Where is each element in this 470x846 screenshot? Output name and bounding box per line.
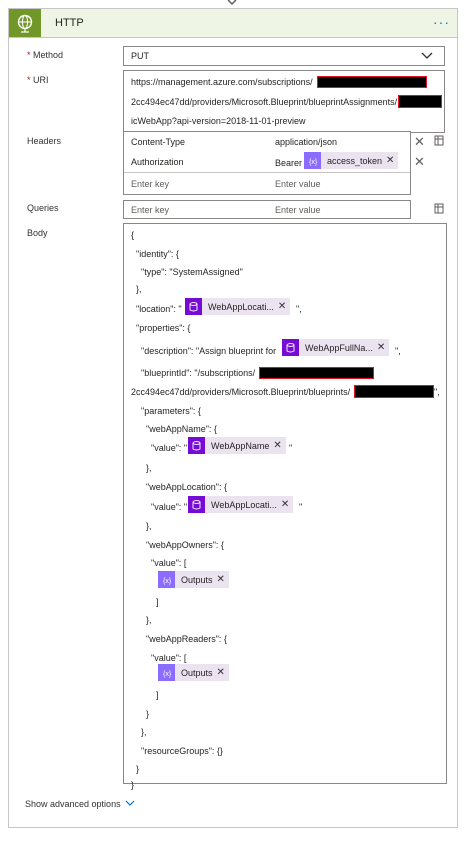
body-line: ", (296, 304, 302, 314)
method-label: * Method (27, 50, 64, 60)
body-editor[interactable]: { "identity": { "type": "SystemAssigned"… (123, 223, 447, 790)
uri-line-2: 2cc494ec47dd/providers/Microsoft.Bluepri… (131, 97, 398, 107)
body-line: "value": [ (151, 558, 187, 568)
headers-table: Content-Type application/json Authorizat… (123, 131, 411, 195)
body-line: "webAppOwners": { (146, 540, 224, 550)
globe-icon (9, 9, 41, 37)
body-line: ] (156, 690, 159, 700)
variable-icon (185, 298, 202, 315)
remove-token-icon[interactable]: ✕ (377, 342, 389, 353)
dynamic-token[interactable]: WebAppLocati... ✕ (185, 298, 291, 315)
body-line: ] (156, 597, 159, 607)
header-value-prefix: Bearer (275, 158, 303, 168)
card-header[interactable]: HTTP ··· (9, 9, 457, 38)
body-line: "resourceGroups": {} (141, 746, 223, 756)
body-label: Body (27, 228, 48, 238)
body-line: } (136, 764, 140, 774)
dynamic-token[interactable]: WebAppFullNa... ✕ (282, 339, 390, 356)
header-key[interactable]: Content-Type (131, 137, 185, 147)
dynamic-token[interactable]: WebAppName ✕ (188, 437, 286, 454)
body-line: 2cc494ec47dd/providers/Microsoft.Bluepri… (131, 387, 351, 397)
body-line: ", (434, 387, 440, 397)
body-line: } (131, 780, 135, 790)
body-line: "webAppReaders": { (146, 634, 227, 644)
expression-icon: {x} (158, 571, 175, 588)
remove-token-icon[interactable]: ✕ (278, 301, 290, 312)
body-line: }, (141, 727, 147, 737)
dynamic-token[interactable]: {x} Outputs ✕ (158, 571, 229, 588)
body-line: " (299, 502, 303, 512)
queries-label: Queries (27, 203, 59, 213)
header-key[interactable]: Authorization (131, 157, 184, 167)
switch-to-text-mode-icon[interactable] (434, 135, 444, 146)
remove-token-icon[interactable]: ✕ (281, 499, 293, 510)
expression-icon: {x} (158, 664, 175, 681)
chevron-down-icon (421, 52, 433, 59)
body-line: "value": " (151, 502, 188, 512)
body-line: }, (146, 615, 152, 625)
body-line: ", (395, 346, 401, 356)
body-line: " (289, 443, 293, 453)
remove-token-icon[interactable]: ✕ (386, 155, 398, 166)
body-line: "properties": { (136, 323, 191, 333)
header-value[interactable]: application/json (275, 137, 337, 147)
header-value-input[interactable]: Enter value (275, 179, 321, 189)
redacted-block (398, 95, 442, 108)
body-line: "blueprintId": "/subscriptions/ (141, 368, 256, 378)
body-line: }, (146, 521, 152, 531)
variable-icon (188, 496, 205, 513)
body-line: "description": "Assign blueprint for (141, 346, 277, 356)
dynamic-token[interactable]: WebAppLocati... ✕ (188, 496, 294, 513)
svg-text:{x}: {x} (163, 578, 172, 585)
query-value-input[interactable]: Enter value (275, 205, 321, 215)
variable-icon (188, 437, 205, 454)
body-line: "value": [ (151, 653, 187, 663)
query-key-input[interactable]: Enter key (131, 205, 169, 215)
body-line: "identity": { (136, 249, 179, 259)
remove-token-icon[interactable]: ✕ (273, 440, 285, 451)
body-line: "type": "SystemAssigned" (141, 267, 243, 277)
uri-line-1: https://management.azure.com/subscriptio… (131, 77, 313, 87)
body-line: "parameters": { (141, 406, 201, 416)
body-line: { (131, 230, 135, 240)
remove-token-icon[interactable]: ✕ (217, 667, 229, 678)
svg-text:{x}: {x} (163, 671, 172, 678)
delete-header-icon[interactable]: ✕ (414, 134, 425, 150)
remove-token-icon[interactable]: ✕ (217, 574, 229, 585)
body-line: } (146, 709, 150, 719)
queries-row: Enter key Enter value (123, 200, 411, 219)
redacted-block (259, 367, 374, 379)
body-line: "location": " (136, 304, 182, 314)
svg-text:{x}: {x} (309, 159, 318, 166)
more-options-button[interactable]: ··· (433, 14, 450, 30)
method-value: PUT (131, 51, 149, 61)
method-select[interactable]: PUT (123, 46, 445, 66)
delete-header-icon[interactable]: ✕ (414, 154, 425, 170)
redacted-block (317, 76, 427, 88)
body-line: "value": " (151, 443, 188, 453)
redacted-block (354, 385, 434, 398)
headers-label: Headers (27, 136, 62, 146)
switch-to-text-mode-icon[interactable] (434, 203, 444, 214)
header-key-input[interactable]: Enter key (131, 179, 169, 189)
uri-label: * URI (27, 75, 49, 85)
body-line: "webAppLocation": { (146, 482, 227, 492)
dynamic-token[interactable]: {x} Outputs ✕ (158, 664, 229, 681)
uri-input[interactable]: https://management.azure.com/subscriptio… (123, 70, 445, 133)
body-line: "webAppName": { (146, 424, 217, 434)
dynamic-token[interactable]: {x} access_token ✕ (304, 152, 399, 169)
body-line: }, (146, 463, 152, 473)
variable-icon (282, 339, 299, 356)
http-action-card: HTTP ··· * Method PUT * URI https://mana… (8, 8, 458, 828)
expression-icon: {x} (304, 152, 321, 169)
show-advanced-options-link[interactable]: Show advanced options (25, 799, 135, 809)
connector-arrow-icon (227, 0, 237, 6)
body-line: }, (136, 284, 142, 294)
uri-line-3: icWebApp?api-version=2018-11-01-preview (131, 116, 306, 126)
chevron-down-icon (125, 799, 135, 809)
card-title: HTTP (55, 17, 84, 29)
